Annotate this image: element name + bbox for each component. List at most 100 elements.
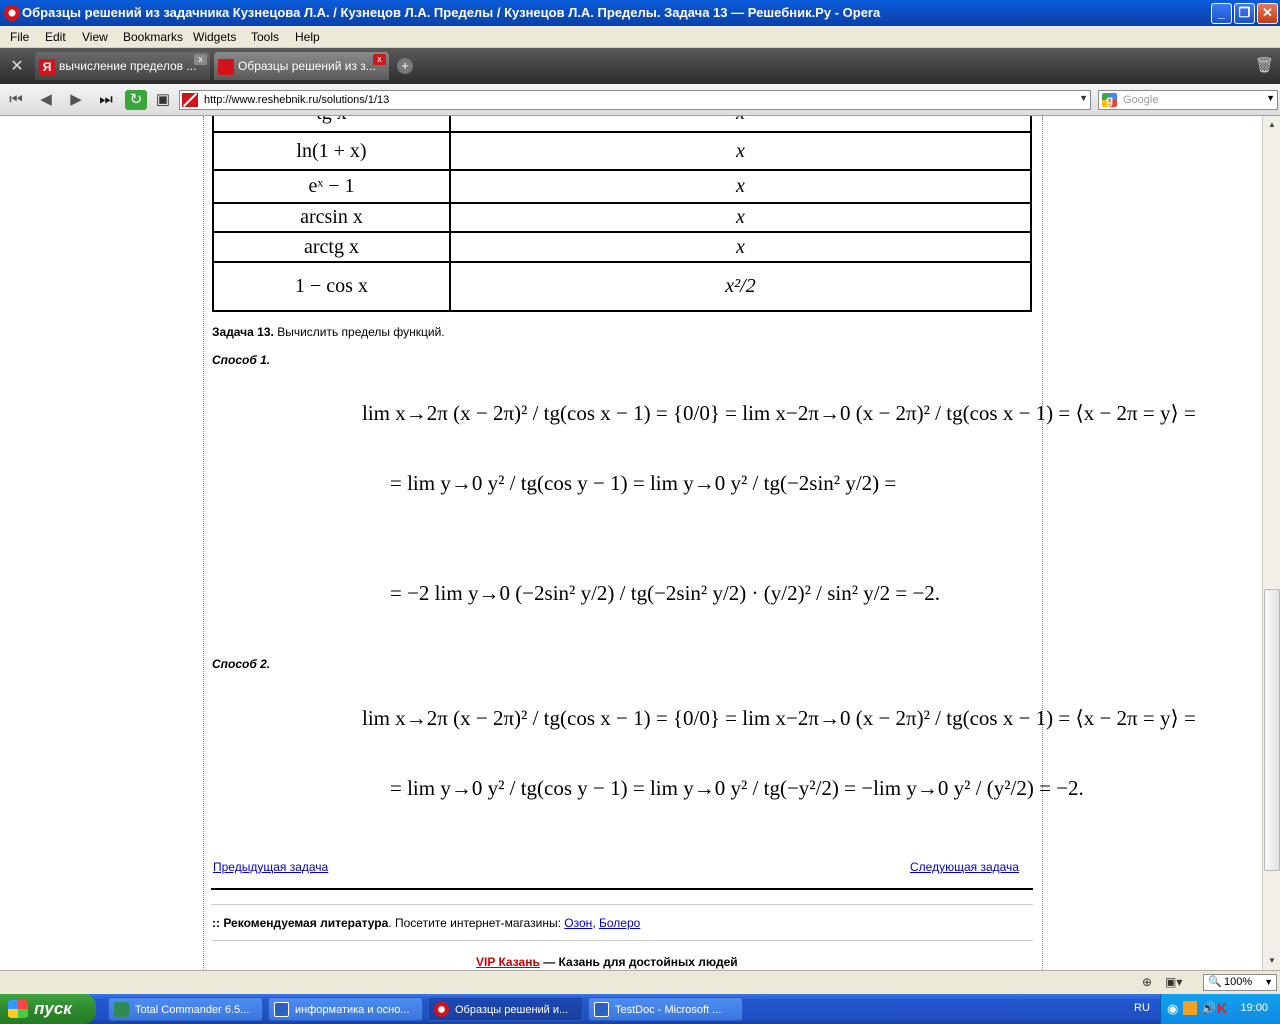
- menu-tools[interactable]: Tools: [251, 30, 279, 44]
- table-cell: ln(1 + x): [212, 131, 451, 171]
- minimize-button[interactable]: _: [1211, 3, 1232, 24]
- vertical-scrollbar[interactable]: ▲ ▼: [1262, 116, 1280, 970]
- literature-title: Рекомендуемая литература: [223, 916, 389, 930]
- task-word-informatika[interactable]: информатика и осно...: [268, 997, 423, 1021]
- network-icon[interactable]: ◉: [1167, 1001, 1178, 1017]
- chevron-down-icon[interactable]: ▼: [1264, 975, 1273, 990]
- literature-block: :: Рекомендуемая литература. Посетите ин…: [212, 916, 641, 930]
- task-text: Вычислить пределы функций.: [277, 325, 445, 339]
- task-total-commander[interactable]: Total Commander 6.5...: [108, 997, 263, 1021]
- search-field[interactable]: g Google ▼: [1098, 90, 1278, 110]
- image-toggle-icon[interactable]: ▣▾: [1165, 975, 1182, 989]
- table-row: 1 − cos x x²/2: [212, 261, 1032, 312]
- yandex-icon: Я: [39, 59, 55, 75]
- zoom-control[interactable]: 🔍 100% ▼: [1203, 974, 1277, 991]
- table-cell: x: [449, 131, 1032, 171]
- word-icon: [274, 1002, 289, 1017]
- tab-close-icon[interactable]: x: [373, 54, 386, 65]
- tab-yandex[interactable]: Я вычисление пределов ... x: [35, 52, 210, 80]
- scroll-thumb[interactable]: [1264, 589, 1280, 871]
- table-cell: x: [449, 116, 1032, 133]
- title-bar: Образцы решений из задачника Кузнецова Л…: [0, 0, 1280, 26]
- forward-icon[interactable]: ▶: [65, 90, 87, 110]
- reshebnik-icon: [218, 59, 234, 75]
- app-icon: [114, 1002, 129, 1017]
- table-cell: 1 − cos x: [212, 261, 451, 312]
- windows-logo-icon: [8, 1000, 28, 1018]
- scroll-up-icon[interactable]: ▲: [1265, 118, 1279, 132]
- divider: [211, 940, 1033, 941]
- language-indicator[interactable]: RU: [1134, 1002, 1150, 1014]
- search-placeholder: Google: [1123, 94, 1159, 106]
- tools-wrench-icon[interactable]: ✕: [6, 56, 28, 76]
- clock: 19:00: [1240, 1002, 1268, 1014]
- formula-m1-line1: lim x→2π (x − 2π)² / tg(cos x − 1) = {0/…: [362, 401, 1196, 425]
- task-testdoc[interactable]: TestDoc - Microsoft ...: [588, 997, 743, 1021]
- task-opera[interactable]: Образцы решений и...: [428, 997, 583, 1021]
- start-label: пуск: [34, 999, 72, 1018]
- table-row: eˣ − 1 x: [212, 169, 1032, 204]
- opera-icon: [434, 1002, 449, 1017]
- tab-bar: ✕ Я вычисление пределов ... x Образцы ре…: [0, 48, 1280, 84]
- formula-m2-line1: lim x→2π (x − 2π)² / tg(cos x − 1) = {0/…: [362, 706, 1196, 730]
- menu-file[interactable]: File: [10, 30, 29, 44]
- reload-icon[interactable]: ↻: [125, 90, 147, 110]
- window-title: Образцы решений из задачника Кузнецова Л…: [22, 5, 881, 20]
- navigation-bar: ⏮ ◀ ▶ ⏭ ↻ ▣ http://www.reshebnik.ru/solu…: [0, 84, 1280, 116]
- bolero-link[interactable]: Болеро: [599, 916, 640, 930]
- google-icon: g: [1102, 93, 1117, 107]
- menu-widgets[interactable]: Widgets: [193, 30, 236, 44]
- table-cell: tg x: [212, 116, 451, 133]
- volume-icon[interactable]: 🔊: [1201, 1001, 1216, 1015]
- method-2-heading: Способ 2.: [212, 657, 271, 671]
- menu-help[interactable]: Help: [295, 30, 320, 44]
- table-cell: arcsin x: [212, 202, 451, 233]
- menu-bookmarks[interactable]: Bookmarks: [123, 30, 183, 44]
- ozon-link[interactable]: Озон: [564, 916, 592, 930]
- address-url: http://www.reshebnik.ru/solutions/1/13: [204, 94, 390, 106]
- media-icon[interactable]: [1183, 1001, 1197, 1015]
- table-cell: x: [449, 202, 1032, 233]
- table-cell: x: [449, 231, 1032, 263]
- menu-view[interactable]: View: [82, 30, 108, 44]
- table-cell: arctg x: [212, 231, 451, 263]
- tab-reshebnik[interactable]: Образцы решений из з... x: [214, 52, 389, 80]
- chevron-down-icon[interactable]: ▼: [1079, 93, 1088, 103]
- table-cell: x: [449, 169, 1032, 204]
- fast-forward-icon[interactable]: ⏭: [95, 90, 117, 110]
- next-task-link[interactable]: Следующая задача: [910, 860, 1019, 874]
- tab-label: вычисление пределов ...: [59, 59, 197, 73]
- camera-icon[interactable]: ▣: [152, 90, 174, 110]
- taskbar: пуск Total Commander 6.5... информатика …: [0, 994, 1280, 1024]
- address-field[interactable]: http://www.reshebnik.ru/solutions/1/13 ▼: [179, 90, 1091, 110]
- trash-icon[interactable]: 🗑: [1255, 56, 1274, 76]
- prev-task-link[interactable]: Предыдущая задача: [213, 860, 328, 874]
- vip-kazan-link[interactable]: VIP Казань: [476, 955, 540, 969]
- maximize-button[interactable]: ❐: [1234, 3, 1255, 24]
- formula-m1-line3: = −2 lim y→0 (−2sin² y/2) / tg(−2sin² y/…: [390, 581, 941, 605]
- start-button[interactable]: пуск: [0, 994, 96, 1024]
- rewind-icon[interactable]: ⏮: [5, 90, 27, 110]
- zoom-icon: 🔍: [1208, 976, 1222, 988]
- close-button[interactable]: ✕: [1257, 3, 1278, 24]
- method-1-heading: Способ 1.: [212, 353, 271, 367]
- formula-m1-line2: = lim y→0 y² / tg(cos y − 1) = lim y→0 y…: [390, 471, 897, 495]
- page-content: tg x x ln(1 + x) x eˣ − 1 x arcsin x x a…: [0, 116, 1262, 970]
- tab-close-icon[interactable]: x: [194, 54, 207, 65]
- menu-edit[interactable]: Edit: [45, 30, 66, 44]
- antivirus-icon[interactable]: K: [1217, 1000, 1227, 1016]
- back-icon[interactable]: ◀: [35, 90, 57, 110]
- table-row: arctg x x: [212, 231, 1032, 263]
- opera-window: Образцы решений из задачника Кузнецова Л…: [0, 0, 1280, 1024]
- divider: [211, 904, 1033, 905]
- table-cell: eˣ − 1: [212, 169, 451, 204]
- divider: [211, 888, 1033, 890]
- new-tab-icon[interactable]: +: [397, 58, 413, 74]
- table-cell: x²/2: [449, 261, 1032, 312]
- status-bar: ⊕ ▣▾ 🔍 100% ▼: [0, 970, 1280, 994]
- widget-icon[interactable]: ⊕: [1142, 975, 1152, 989]
- chevron-down-icon[interactable]: ▼: [1266, 93, 1275, 103]
- scroll-down-icon[interactable]: ▼: [1265, 954, 1279, 968]
- site-icon: [182, 93, 198, 107]
- menu-bar: File Edit View Bookmarks Widgets Tools H…: [0, 26, 1280, 48]
